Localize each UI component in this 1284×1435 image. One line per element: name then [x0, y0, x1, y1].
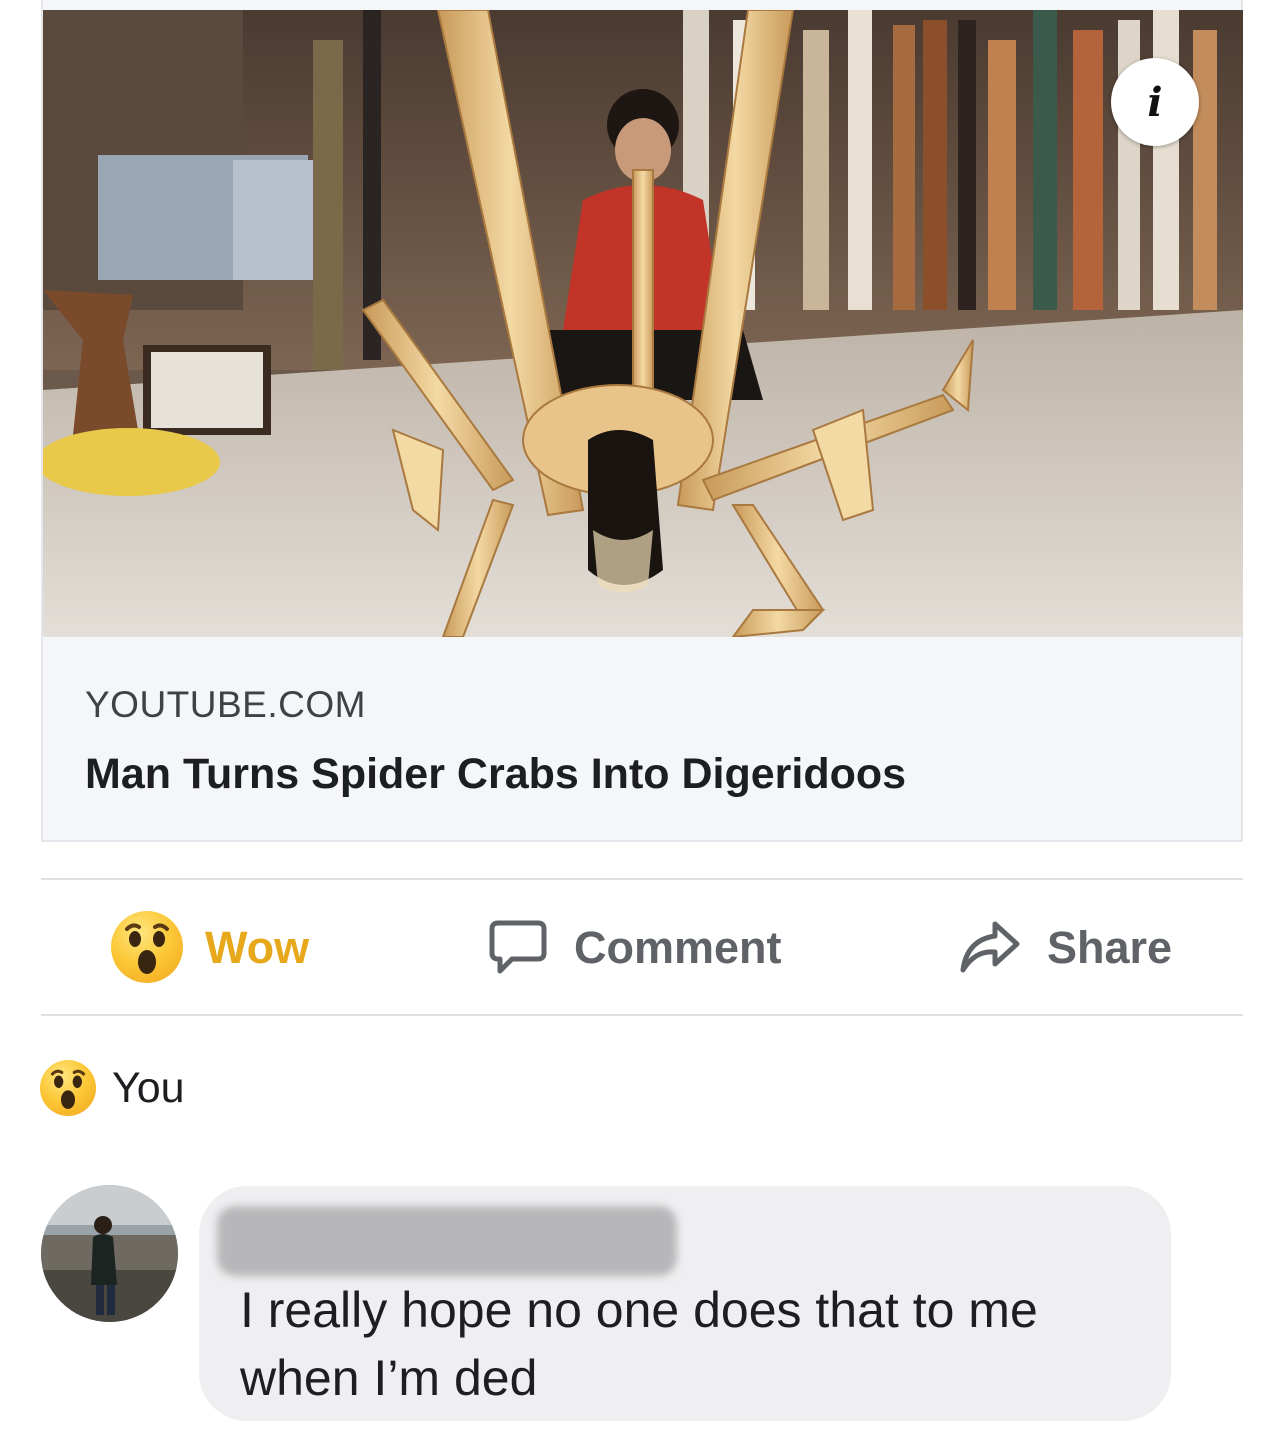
link-meta[interactable]: YOUTUBE.COM Man Turns Spider Crabs Into … — [85, 686, 906, 796]
link-domain: YOUTUBE.COM — [85, 684, 366, 725]
redacted-author-name — [217, 1206, 677, 1276]
reactions-text: You — [112, 1063, 185, 1112]
link-preview-card[interactable]: i YOUTUBE.COM Man Turns Spider Crabs Int… — [41, 0, 1243, 842]
share-label: Share — [1047, 921, 1173, 973]
spider-crab-photo — [43, 10, 1243, 637]
link-title[interactable]: Man Turns Spider Crabs Into Digeridoos — [85, 753, 906, 796]
comment-button[interactable]: Comment — [488, 880, 782, 1014]
wow-emoji-icon — [111, 911, 183, 983]
info-icon: i — [1147, 78, 1163, 126]
comment-text: I really hope no one does that to me whe… — [240, 1282, 1038, 1406]
link-preview-image[interactable]: i — [43, 10, 1243, 637]
action-bar: Wow Comment Share — [41, 880, 1243, 1014]
comment-bubble-icon — [489, 920, 547, 974]
wow-reaction-button[interactable]: Wow — [111, 880, 309, 1014]
action-bar-bottom-divider — [41, 1014, 1243, 1016]
wow-label: Wow — [205, 921, 310, 973]
wow-emoji-icon — [40, 1060, 96, 1116]
reactions-summary[interactable]: You — [40, 1060, 185, 1116]
share-button[interactable]: Share — [959, 880, 1172, 1014]
share-arrow-icon — [960, 921, 1020, 973]
info-button[interactable]: i — [1111, 58, 1199, 146]
comment-label: Comment — [574, 921, 782, 973]
avatar[interactable] — [41, 1185, 178, 1322]
comment-bubble[interactable]: I really hope no one does that to me whe… — [199, 1186, 1171, 1421]
